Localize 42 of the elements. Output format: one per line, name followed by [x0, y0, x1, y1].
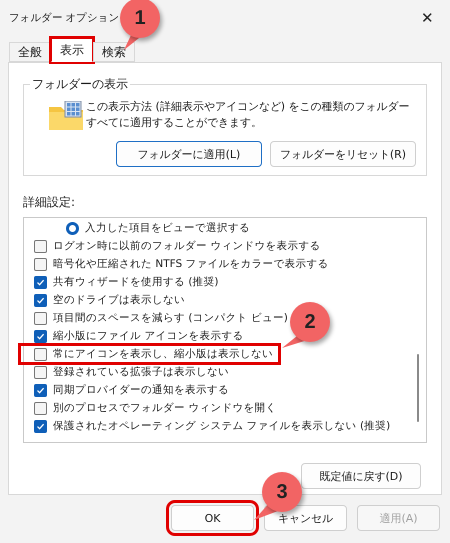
checkbox[interactable] [34, 330, 47, 342]
callout-badge: 1 [120, 0, 160, 38]
setting-label: 保護されたオペレーティング システム ファイルを表示しない (推奨) [53, 419, 390, 433]
checkbox[interactable] [34, 294, 47, 306]
group-title: フォルダーの表示 [31, 76, 129, 93]
checkbox[interactable] [34, 258, 47, 270]
scrollbar-thumb[interactable] [417, 354, 419, 422]
setting-label: 登録されている拡張子は表示しない [53, 365, 229, 379]
tab[interactable]: 表示 [51, 38, 93, 62]
checkbox[interactable] [34, 366, 47, 378]
setting-label: 縮小版にファイル アイコンを表示する [53, 329, 244, 343]
window-title: フォルダー オプション [9, 11, 120, 25]
close-button[interactable]: ✕ [415, 7, 440, 29]
setting-label: 別のプロセスでフォルダー ウィンドウを開く [53, 401, 276, 415]
checkbox[interactable] [34, 240, 47, 252]
setting-label: 暗号化や圧縮された NTFS ファイルをカラーで表示する [53, 257, 328, 271]
check-icon [36, 332, 45, 340]
folder-button[interactable]: フォルダーをリセット(R) [270, 141, 416, 167]
tab[interactable]: 全般 [9, 42, 51, 62]
description-text: この表示方法 (詳細表示やアイコンなど) をこの種類のフォルダーすべてに適用することができます。 [86, 99, 411, 131]
setting-label: 項目間のスペースを減らす (コンパクト ビュー) [53, 311, 288, 325]
checkbox[interactable] [34, 420, 47, 432]
setting-label: ログオン時に以前のフォルダー ウィンドウを表示する [53, 239, 320, 253]
folder-button[interactable]: フォルダーに適用(L) [116, 141, 262, 167]
checkbox[interactable] [34, 312, 47, 324]
check-icon [36, 422, 45, 430]
radio-button[interactable] [66, 222, 79, 234]
setting-label: 共有ウィザードを使用する (推奨) [53, 275, 219, 289]
setting-label: 同期プロバイダーの通知を表示する [53, 383, 229, 397]
check-icon [36, 386, 45, 394]
folder-icon [48, 101, 86, 131]
checkbox[interactable] [34, 276, 47, 288]
checkbox[interactable] [34, 348, 47, 360]
tab[interactable]: 検索 [93, 42, 135, 62]
section-label: 詳細設定: [23, 194, 76, 211]
dialog-button[interactable]: キャンセル [264, 505, 347, 531]
setting-label: 空のドライブは表示しない [53, 293, 185, 307]
checkbox[interactable] [34, 402, 47, 414]
checkbox[interactable] [34, 384, 47, 396]
setting-label: 常にアイコンを表示し、縮小版は表示しない [53, 347, 273, 361]
restore-defaults-button[interactable]: 既定値に戻す(D) [301, 463, 421, 489]
setting-label: 入力した項目をビューで選択する [85, 221, 250, 235]
